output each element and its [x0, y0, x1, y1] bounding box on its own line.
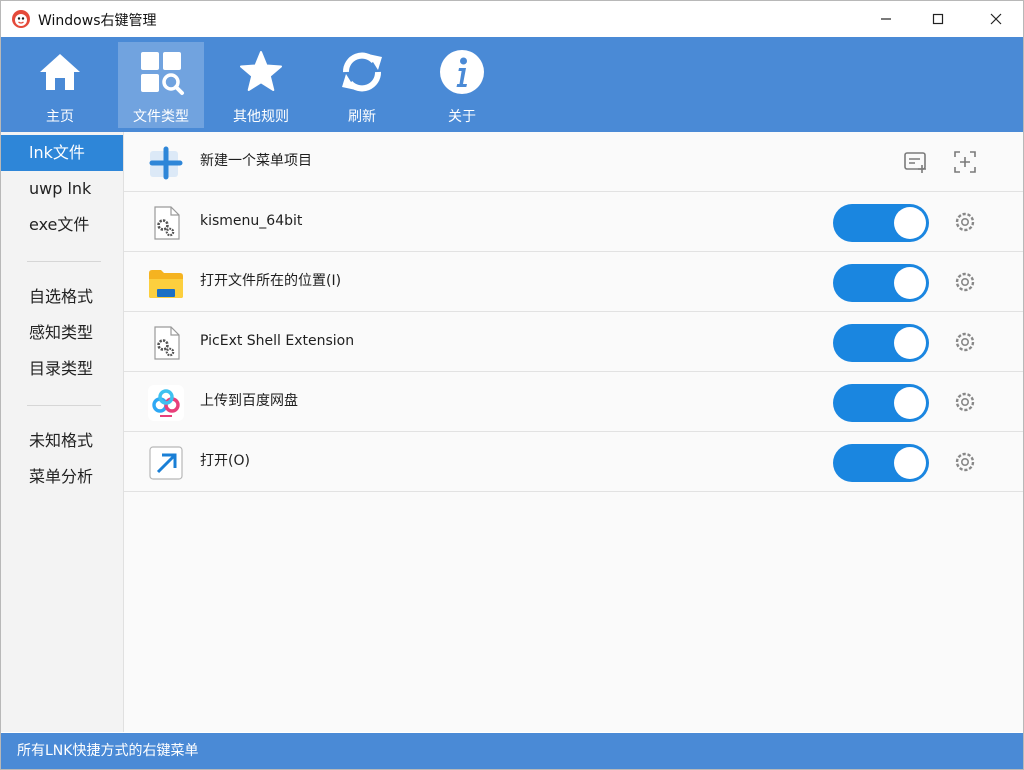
tab-other-rules-label: 其他规则 [233, 109, 289, 125]
tab-file-types-label: 文件类型 [133, 109, 189, 125]
app-window: Windows右键管理 主页 文件类型 其他规则 刷新 关于 lnk文件 uwp… [0, 0, 1024, 770]
settings-gear-icon[interactable] [953, 450, 977, 474]
close-button[interactable] [971, 1, 1021, 37]
enable-toggle[interactable] [833, 324, 929, 362]
minimize-icon [881, 18, 891, 20]
menu-item-label: kismenu_64bit [200, 213, 303, 229]
toggle-knob [894, 447, 926, 479]
close-icon [990, 13, 1002, 25]
tab-home-label: 主页 [46, 109, 74, 125]
menu-item-row[interactable]: 打开文件所在的位置(I) [124, 252, 1023, 312]
menu-item-row[interactable]: PicExt Shell Extension [124, 312, 1023, 372]
tab-refresh-label: 刷新 [348, 109, 376, 125]
gear-file-icon [154, 326, 180, 360]
tab-other-rules[interactable]: 其他规则 [218, 42, 304, 128]
enable-toggle[interactable] [833, 264, 929, 302]
sidebar-item-custom-format[interactable]: 自选格式 [1, 279, 123, 315]
status-bar: 所有LNK快捷方式的右键菜单 [1, 733, 1023, 769]
maximize-icon [932, 13, 944, 25]
sidebar-item-lnk[interactable]: lnk文件 [1, 135, 123, 171]
enable-toggle[interactable] [833, 444, 929, 482]
open-arrow-icon [149, 446, 183, 480]
settings-gear-icon[interactable] [953, 390, 977, 414]
settings-gear-icon[interactable] [953, 330, 977, 354]
menu-item-list: 新建一个菜单项目 kismenu_64bit 打开文件所在的位置(I) PicE… [124, 132, 1023, 732]
toggle-knob [894, 327, 926, 359]
tab-refresh[interactable]: 刷新 [319, 42, 405, 128]
menu-item-label: 打开文件所在的位置(I) [200, 273, 342, 289]
menu-item-row[interactable]: kismenu_64bit [124, 192, 1023, 252]
toggle-knob [894, 267, 926, 299]
enable-toggle[interactable] [833, 384, 929, 422]
tab-about[interactable]: 关于 [419, 42, 505, 128]
enable-toggle[interactable] [833, 204, 929, 242]
sidebar: lnk文件 uwp lnk exe文件 自选格式 感知类型 目录类型 未知格式 … [1, 132, 124, 732]
menu-item-label: 上传到百度网盘 [200, 393, 298, 409]
menu-item-label: 打开(O) [200, 453, 250, 469]
minimize-button[interactable] [861, 1, 911, 37]
new-menu-item-label: 新建一个菜单项目 [200, 153, 312, 169]
info-icon [440, 50, 484, 94]
status-text: 所有LNK快捷方式的右键菜单 [17, 743, 199, 759]
add-item-frame-icon[interactable] [952, 149, 978, 175]
title-bar: Windows右键管理 [1, 1, 1023, 37]
sidebar-item-exe[interactable]: exe文件 [1, 207, 123, 243]
settings-gear-icon[interactable] [953, 270, 977, 294]
app-logo-icon [12, 10, 30, 28]
file-types-icon [141, 52, 184, 95]
main-toolbar: 主页 文件类型 其他规则 刷新 关于 [1, 37, 1023, 132]
add-text-item-icon[interactable] [903, 149, 929, 175]
folder-icon [149, 270, 183, 298]
toggle-knob [894, 207, 926, 239]
tab-file-types[interactable]: 文件类型 [118, 42, 204, 128]
tab-about-label: 关于 [448, 109, 476, 125]
sidebar-item-uwp-lnk[interactable]: uwp lnk [1, 171, 123, 207]
home-icon [40, 54, 80, 90]
maximize-button[interactable] [913, 1, 963, 37]
star-icon [240, 51, 282, 91]
sidebar-item-menu-analysis[interactable]: 菜单分析 [1, 459, 123, 495]
sidebar-item-unknown-format[interactable]: 未知格式 [1, 423, 123, 459]
add-plus-icon [149, 146, 183, 180]
menu-item-row[interactable]: 上传到百度网盘 [124, 372, 1023, 432]
sidebar-item-perceived-type[interactable]: 感知类型 [1, 315, 123, 351]
sidebar-divider [27, 261, 101, 262]
gear-file-icon [154, 206, 180, 240]
menu-item-row[interactable]: 打开(O) [124, 432, 1023, 492]
sidebar-divider [27, 405, 101, 406]
settings-gear-icon[interactable] [953, 210, 977, 234]
menu-item-label: PicExt Shell Extension [200, 333, 355, 349]
refresh-icon [342, 52, 382, 92]
new-menu-item-row[interactable]: 新建一个菜单项目 [124, 132, 1023, 192]
toggle-knob [894, 387, 926, 419]
tab-home[interactable]: 主页 [17, 42, 103, 128]
baidu-netdisk-icon [148, 385, 184, 421]
sidebar-item-directory-type[interactable]: 目录类型 [1, 351, 123, 387]
window-title: Windows右键管理 [38, 13, 157, 29]
